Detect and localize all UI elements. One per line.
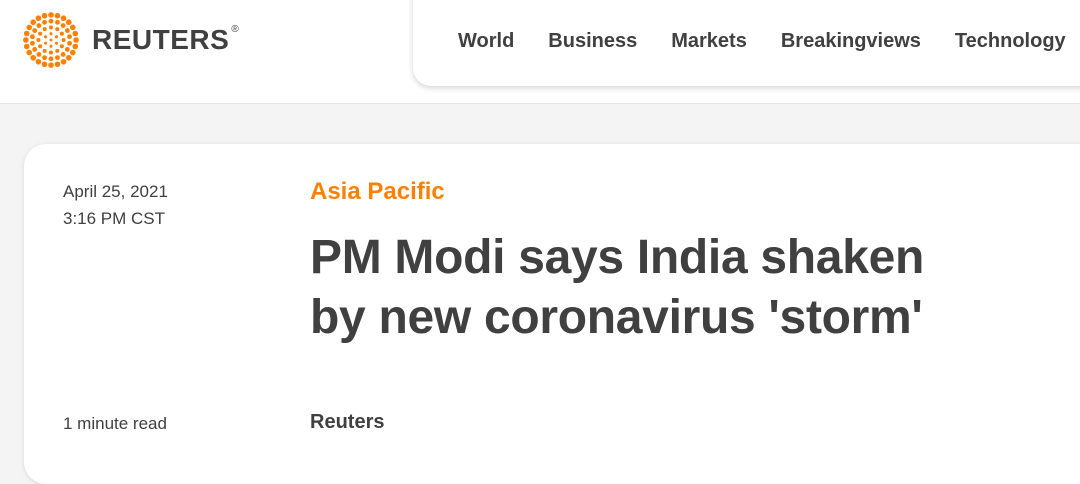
nav-item-business[interactable]: Business <box>548 30 637 53</box>
logo-dot <box>60 52 66 57</box>
logo-dot <box>49 32 53 36</box>
logo-dot <box>42 27 47 32</box>
logo-dot <box>36 23 42 28</box>
article-time: 3:16 PM CST <box>63 209 166 228</box>
logo-dot <box>55 55 60 61</box>
nav-item-technology[interactable]: Technology <box>955 30 1066 53</box>
headline-line-2: by new coronavirus 'storm' <box>310 291 923 344</box>
logo-dot <box>54 41 58 45</box>
logo-dot <box>72 30 79 37</box>
logo-dot <box>23 37 29 43</box>
nav-item-world[interactable]: World <box>458 30 514 53</box>
logo-dot <box>35 15 42 22</box>
logo-dot <box>69 24 76 31</box>
logo-dot <box>30 40 35 46</box>
logo-dot <box>26 49 33 56</box>
logo-dot <box>23 30 30 37</box>
logo-dot <box>26 24 33 31</box>
byline-author[interactable]: Reuters <box>310 411 384 434</box>
headline-line-1: PM Modi says India shaken <box>310 231 925 284</box>
logo-dot <box>30 54 37 61</box>
article-timestamp: April 25, 2021 3:16 PM CST <box>63 178 168 232</box>
logo-dot <box>30 19 37 26</box>
logo-dot <box>54 61 61 68</box>
reuters-dot-logo-icon <box>22 11 80 69</box>
logo-dot <box>73 37 79 43</box>
logo-dot <box>32 47 38 52</box>
article-date: April 25, 2021 <box>63 182 168 201</box>
logo-dot <box>48 56 54 62</box>
main-nav: World Business Markets Breakingviews Tec… <box>458 30 1066 53</box>
logo-dot <box>54 12 61 19</box>
logo-dot <box>60 15 67 22</box>
logo-dot <box>61 37 66 43</box>
logo-dot <box>54 35 58 39</box>
logo-dot <box>59 31 64 36</box>
logo-dot <box>38 44 43 49</box>
nav-item-markets[interactable]: Markets <box>671 30 747 53</box>
logo-dot <box>44 41 48 45</box>
logo-dot <box>48 12 54 18</box>
logo-dot <box>64 28 70 33</box>
logo-dot <box>55 48 60 53</box>
logo-dot <box>60 23 66 28</box>
logo-dot <box>49 38 53 42</box>
logo-dot <box>41 61 48 68</box>
logo-dot <box>38 31 43 36</box>
read-time: 1 minute read <box>63 414 167 433</box>
logo-dot <box>48 18 54 24</box>
logo-dot <box>36 52 42 57</box>
logo-dot <box>67 34 72 40</box>
reuters-logo-link[interactable]: REUTERS ® <box>22 11 240 69</box>
logo-dot <box>23 43 30 50</box>
article-headline: PM Modi says India shaken by new coronav… <box>310 228 1030 348</box>
logo-dot <box>42 48 47 53</box>
nav-item-breakingviews[interactable]: Breakingviews <box>781 30 921 53</box>
logo-dot <box>42 19 47 25</box>
logo-dot <box>64 47 70 52</box>
logo-dot <box>30 34 35 40</box>
logo-wordmark: REUTERS ® <box>92 24 240 55</box>
logo-dot <box>49 44 53 48</box>
logo-dot <box>32 28 38 33</box>
logo-dot <box>48 50 54 55</box>
logo-dot <box>36 37 41 43</box>
logo-dot <box>72 43 79 50</box>
logo-dot <box>48 62 54 68</box>
section-label-asia-pacific[interactable]: Asia Pacific <box>310 178 445 206</box>
logo-dot <box>42 55 47 61</box>
logo-dot <box>35 58 42 65</box>
logo-dot <box>65 54 72 61</box>
logo-dot <box>67 40 72 46</box>
logo-dot <box>48 25 54 30</box>
logo-dot <box>65 19 72 26</box>
logo-dot <box>55 19 60 25</box>
logo-dot <box>55 27 60 32</box>
logo-dot <box>59 44 64 49</box>
logo-dot <box>44 35 48 39</box>
logo-dot <box>60 58 67 65</box>
logo-dot <box>69 49 76 56</box>
logo-dot <box>41 12 48 19</box>
